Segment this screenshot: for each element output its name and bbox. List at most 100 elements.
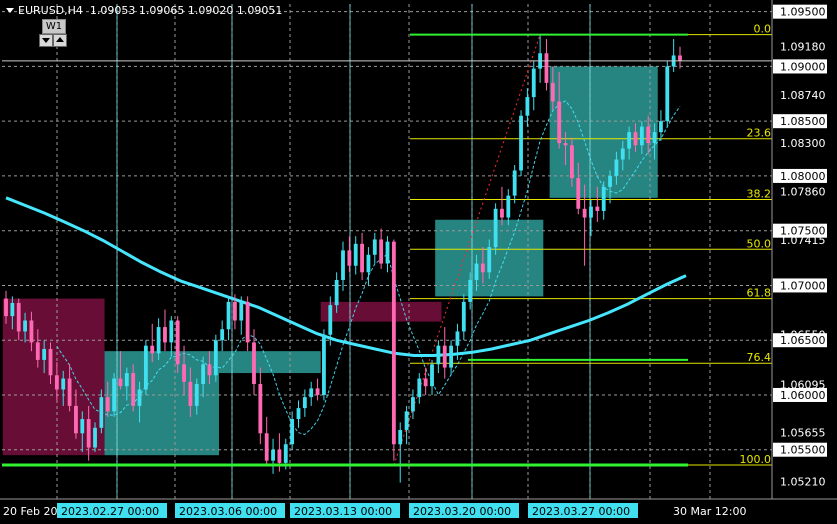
candle-body[interactable] [4, 298, 8, 317]
candle-body[interactable] [86, 419, 91, 448]
candle-body[interactable] [411, 397, 415, 412]
candle-body[interactable] [188, 381, 193, 406]
candle-body[interactable] [659, 121, 663, 133]
candle-body[interactable] [334, 279, 339, 306]
candle-body[interactable] [385, 241, 390, 264]
candle-body[interactable] [61, 378, 66, 390]
candle-body[interactable] [226, 301, 231, 330]
candle-body[interactable] [80, 419, 85, 434]
candle-body[interactable] [220, 329, 225, 341]
candle-body[interactable] [493, 208, 498, 248]
candle-body[interactable] [194, 384, 199, 406]
candle-body[interactable] [391, 241, 396, 445]
candle-body[interactable] [531, 68, 536, 98]
candle-body[interactable] [124, 373, 129, 387]
candle-body[interactable] [207, 364, 212, 376]
candle-body[interactable] [182, 364, 186, 382]
candle-body[interactable] [315, 388, 320, 395]
candle-body[interactable] [23, 320, 27, 332]
candle-body[interactable] [366, 254, 371, 273]
candle-body[interactable] [474, 263, 479, 280]
candle-body[interactable] [213, 340, 218, 376]
candle-body[interactable] [563, 143, 568, 146]
timeframe-label[interactable]: W1 [42, 19, 66, 34]
candle-body[interactable] [468, 279, 473, 302]
price-chart[interactable]: 0.0 23.6 38.2 50.0 61.8 76.4 100.0 1.09500 1.09… [0, 0, 837, 524]
candle-body[interactable] [302, 397, 307, 409]
candle-body[interactable] [296, 408, 301, 420]
candle-body[interactable] [608, 175, 612, 187]
candle-body[interactable] [277, 449, 282, 463]
candle-body[interactable] [487, 247, 492, 273]
candle-body[interactable] [48, 348, 53, 376]
candle-body[interactable] [652, 132, 657, 144]
candle-body[interactable] [417, 378, 422, 398]
candle-body[interactable] [379, 239, 384, 264]
candle-body[interactable] [10, 302, 15, 317]
candle-body[interactable] [353, 243, 358, 266]
candle-body[interactable] [430, 364, 434, 387]
candle-body[interactable] [309, 388, 314, 398]
candle-body[interactable] [239, 301, 244, 321]
candle-body[interactable] [54, 375, 59, 390]
candle-body[interactable] [480, 263, 485, 273]
candle-body[interactable] [137, 389, 142, 406]
candle-body[interactable] [42, 348, 47, 360]
candle-body[interactable] [290, 419, 295, 445]
candle-body[interactable] [589, 206, 593, 218]
candle-body[interactable] [67, 378, 72, 406]
candle-body[interactable] [544, 53, 549, 83]
candle-body[interactable] [582, 208, 587, 218]
candle-body[interactable] [112, 378, 117, 412]
candle-body[interactable] [614, 159, 619, 176]
candle-body[interactable] [201, 364, 206, 385]
candle-body[interactable] [29, 320, 34, 343]
candle-body[interactable] [35, 342, 40, 360]
candle-body[interactable] [506, 195, 511, 218]
candle-body[interactable] [74, 405, 78, 434]
candle-body[interactable] [404, 411, 409, 431]
candle-body[interactable] [264, 433, 269, 461]
candle-body[interactable] [595, 206, 600, 211]
candle-body[interactable] [150, 345, 155, 354]
chevron-down-icon[interactable] [6, 8, 14, 13]
candle-body[interactable] [569, 145, 574, 179]
candle-body[interactable] [601, 186, 606, 211]
candle-body[interactable] [372, 239, 377, 255]
candle-body[interactable] [175, 320, 180, 365]
candle-body[interactable] [118, 378, 123, 387]
candle-body[interactable] [163, 327, 167, 343]
candle-body[interactable] [646, 126, 651, 144]
candle-body[interactable] [245, 301, 250, 343]
candle-body[interactable] [258, 384, 263, 434]
candle-body[interactable] [328, 305, 333, 335]
candle-body[interactable] [16, 302, 21, 332]
candle-body[interactable] [436, 345, 441, 365]
candle-body[interactable] [576, 178, 581, 209]
candle-body[interactable] [169, 320, 174, 343]
candle-body[interactable] [557, 101, 562, 144]
candle-body[interactable] [512, 170, 517, 196]
candle-body[interactable] [93, 427, 97, 448]
candle-body[interactable] [232, 301, 237, 321]
candle-body[interactable] [461, 301, 466, 332]
candle-body[interactable] [398, 430, 403, 445]
candle-body[interactable] [550, 82, 555, 102]
candle-body[interactable] [633, 132, 638, 146]
candle-body[interactable] [283, 444, 288, 463]
candle-body[interactable] [525, 97, 530, 116]
candle-body[interactable] [639, 126, 644, 146]
candle-body[interactable] [99, 397, 104, 428]
candle-body[interactable] [347, 250, 352, 266]
candle-body[interactable] [449, 345, 454, 368]
candle-body[interactable] [360, 243, 364, 273]
candle-body[interactable] [271, 449, 275, 461]
candle-body[interactable] [678, 55, 682, 61]
candle-body[interactable] [322, 334, 326, 395]
candle-body[interactable] [665, 66, 670, 122]
candle-body[interactable] [455, 331, 460, 346]
timeframe-down-button[interactable] [39, 34, 53, 47]
candle-body[interactable] [252, 342, 256, 385]
candle-body[interactable] [519, 115, 523, 171]
candle-body[interactable] [442, 345, 447, 368]
